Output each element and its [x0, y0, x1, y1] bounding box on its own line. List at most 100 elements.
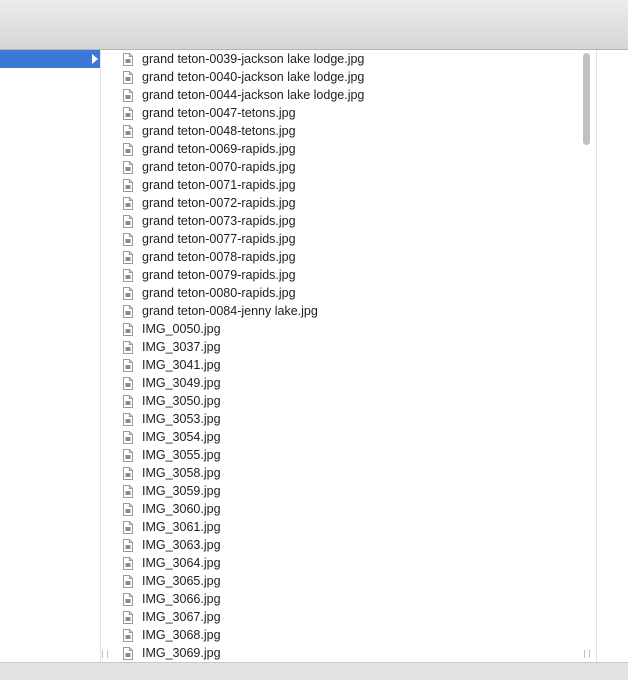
scrollbar-thumb[interactable]	[583, 53, 590, 145]
jpeg-file-icon	[123, 358, 133, 372]
file-row[interactable]: IMG_3069.jpg	[112, 644, 582, 662]
file-name: grand teton-0084-jenny lake.jpg	[142, 304, 318, 318]
jpeg-file-icon	[123, 520, 133, 534]
jpeg-file-icon	[123, 160, 133, 174]
file-name: grand teton-0071-rapids.jpg	[142, 178, 296, 192]
file-row[interactable]: grand teton-0069-rapids.jpg	[112, 140, 582, 158]
jpeg-file-icon	[123, 322, 133, 336]
file-row[interactable]: grand teton-0078-rapids.jpg	[112, 248, 582, 266]
file-name: IMG_3063.jpg	[142, 538, 221, 552]
jpeg-file-icon	[123, 394, 133, 408]
file-name: grand teton-0069-rapids.jpg	[142, 142, 296, 156]
file-name: grand teton-0072-rapids.jpg	[142, 196, 296, 210]
file-name: IMG_3066.jpg	[142, 592, 221, 606]
file-row[interactable]: IMG_3058.jpg	[112, 464, 582, 482]
vertical-scrollbar[interactable]	[580, 50, 594, 662]
file-name: IMG_3068.jpg	[142, 628, 221, 642]
file-row[interactable]: grand teton-0073-rapids.jpg	[112, 212, 582, 230]
file-row[interactable]: IMG_3037.jpg	[112, 338, 582, 356]
file-name: IMG_3065.jpg	[142, 574, 221, 588]
file-row[interactable]: IMG_3053.jpg	[112, 410, 582, 428]
jpeg-file-icon	[123, 178, 133, 192]
file-row[interactable]: IMG_3059.jpg	[112, 482, 582, 500]
file-row[interactable]: IMG_3065.jpg	[112, 572, 582, 590]
file-name: grand teton-0044-jackson lake lodge.jpg	[142, 88, 365, 102]
file-row[interactable]: IMG_3067.jpg	[112, 608, 582, 626]
file-row[interactable]: grand teton-0048-tetons.jpg	[112, 122, 582, 140]
file-row[interactable]: IMG_3064.jpg	[112, 554, 582, 572]
file-row[interactable]: IMG_3050.jpg	[112, 392, 582, 410]
jpeg-file-icon	[123, 466, 133, 480]
parent-column[interactable]	[0, 50, 101, 662]
disclosure-arrow-right-icon	[92, 54, 98, 64]
column-resize-handle[interactable]	[102, 650, 108, 658]
selected-folder-row[interactable]	[0, 50, 100, 68]
jpeg-file-icon	[123, 196, 133, 210]
file-name: grand teton-0070-rapids.jpg	[142, 160, 296, 174]
file-name: grand teton-0039-jackson lake lodge.jpg	[142, 52, 365, 66]
file-row[interactable]: grand teton-0039-jackson lake lodge.jpg	[112, 50, 582, 68]
jpeg-file-icon	[123, 340, 133, 354]
file-row[interactable]: IMG_3054.jpg	[112, 428, 582, 446]
status-bar	[0, 662, 628, 680]
jpeg-file-icon	[123, 502, 133, 516]
jpeg-file-icon	[123, 448, 133, 462]
file-row[interactable]: grand teton-0071-rapids.jpg	[112, 176, 582, 194]
file-row[interactable]: grand teton-0077-rapids.jpg	[112, 230, 582, 248]
file-name: IMG_3054.jpg	[142, 430, 221, 444]
file-name: grand teton-0080-rapids.jpg	[142, 286, 296, 300]
file-name: IMG_3059.jpg	[142, 484, 221, 498]
file-row[interactable]: IMG_3060.jpg	[112, 500, 582, 518]
file-name: IMG_3050.jpg	[142, 394, 221, 408]
file-name: grand teton-0079-rapids.jpg	[142, 268, 296, 282]
file-row[interactable]: grand teton-0072-rapids.jpg	[112, 194, 582, 212]
file-row[interactable]: IMG_3049.jpg	[112, 374, 582, 392]
file-row[interactable]: grand teton-0070-rapids.jpg	[112, 158, 582, 176]
file-name: IMG_0050.jpg	[142, 322, 221, 336]
jpeg-file-icon	[123, 430, 133, 444]
finder-window: grand teton-0039-jackson lake lodge.jpg g…	[0, 0, 628, 680]
file-name: IMG_3061.jpg	[142, 520, 221, 534]
file-name: IMG_3055.jpg	[142, 448, 221, 462]
file-row[interactable]: IMG_3061.jpg	[112, 518, 582, 536]
jpeg-file-icon	[123, 286, 133, 300]
file-row[interactable]: grand teton-0047-tetons.jpg	[112, 104, 582, 122]
file-name: IMG_3069.jpg	[142, 646, 221, 660]
file-name: IMG_3053.jpg	[142, 412, 221, 426]
file-row[interactable]: IMG_3063.jpg	[112, 536, 582, 554]
column-resize-handle-right[interactable]	[584, 650, 590, 658]
file-row[interactable]: grand teton-0079-rapids.jpg	[112, 266, 582, 284]
column-divider	[596, 50, 597, 662]
file-row[interactable]: IMG_3055.jpg	[112, 446, 582, 464]
jpeg-file-icon	[123, 610, 133, 624]
file-row[interactable]: grand teton-0040-jackson lake lodge.jpg	[112, 68, 582, 86]
file-row[interactable]: IMG_3066.jpg	[112, 590, 582, 608]
file-name: grand teton-0073-rapids.jpg	[142, 214, 296, 228]
jpeg-file-icon	[123, 250, 133, 264]
file-name: IMG_3060.jpg	[142, 502, 221, 516]
file-row[interactable]: IMG_0050.jpg	[112, 320, 582, 338]
file-name: grand teton-0077-rapids.jpg	[142, 232, 296, 246]
file-name: grand teton-0078-rapids.jpg	[142, 250, 296, 264]
jpeg-file-icon	[123, 574, 133, 588]
file-list: grand teton-0039-jackson lake lodge.jpg g…	[112, 50, 582, 662]
jpeg-file-icon	[123, 538, 133, 552]
file-row[interactable]: grand teton-0044-jackson lake lodge.jpg	[112, 86, 582, 104]
file-name: IMG_3041.jpg	[142, 358, 221, 372]
file-row[interactable]: grand teton-0084-jenny lake.jpg	[112, 302, 582, 320]
file-name: IMG_3064.jpg	[142, 556, 221, 570]
file-name: IMG_3058.jpg	[142, 466, 221, 480]
jpeg-file-icon	[123, 106, 133, 120]
file-column[interactable]: grand teton-0039-jackson lake lodge.jpg g…	[112, 50, 596, 662]
jpeg-file-icon	[123, 412, 133, 426]
jpeg-file-icon	[123, 268, 133, 282]
file-row[interactable]: grand teton-0080-rapids.jpg	[112, 284, 582, 302]
file-name: grand teton-0040-jackson lake lodge.jpg	[142, 70, 365, 84]
jpeg-file-icon	[123, 88, 133, 102]
file-row[interactable]: IMG_3041.jpg	[112, 356, 582, 374]
jpeg-file-icon	[123, 214, 133, 228]
file-name: grand teton-0048-tetons.jpg	[142, 124, 296, 138]
jpeg-file-icon	[123, 592, 133, 606]
file-row[interactable]: IMG_3068.jpg	[112, 626, 582, 644]
jpeg-file-icon	[123, 232, 133, 246]
